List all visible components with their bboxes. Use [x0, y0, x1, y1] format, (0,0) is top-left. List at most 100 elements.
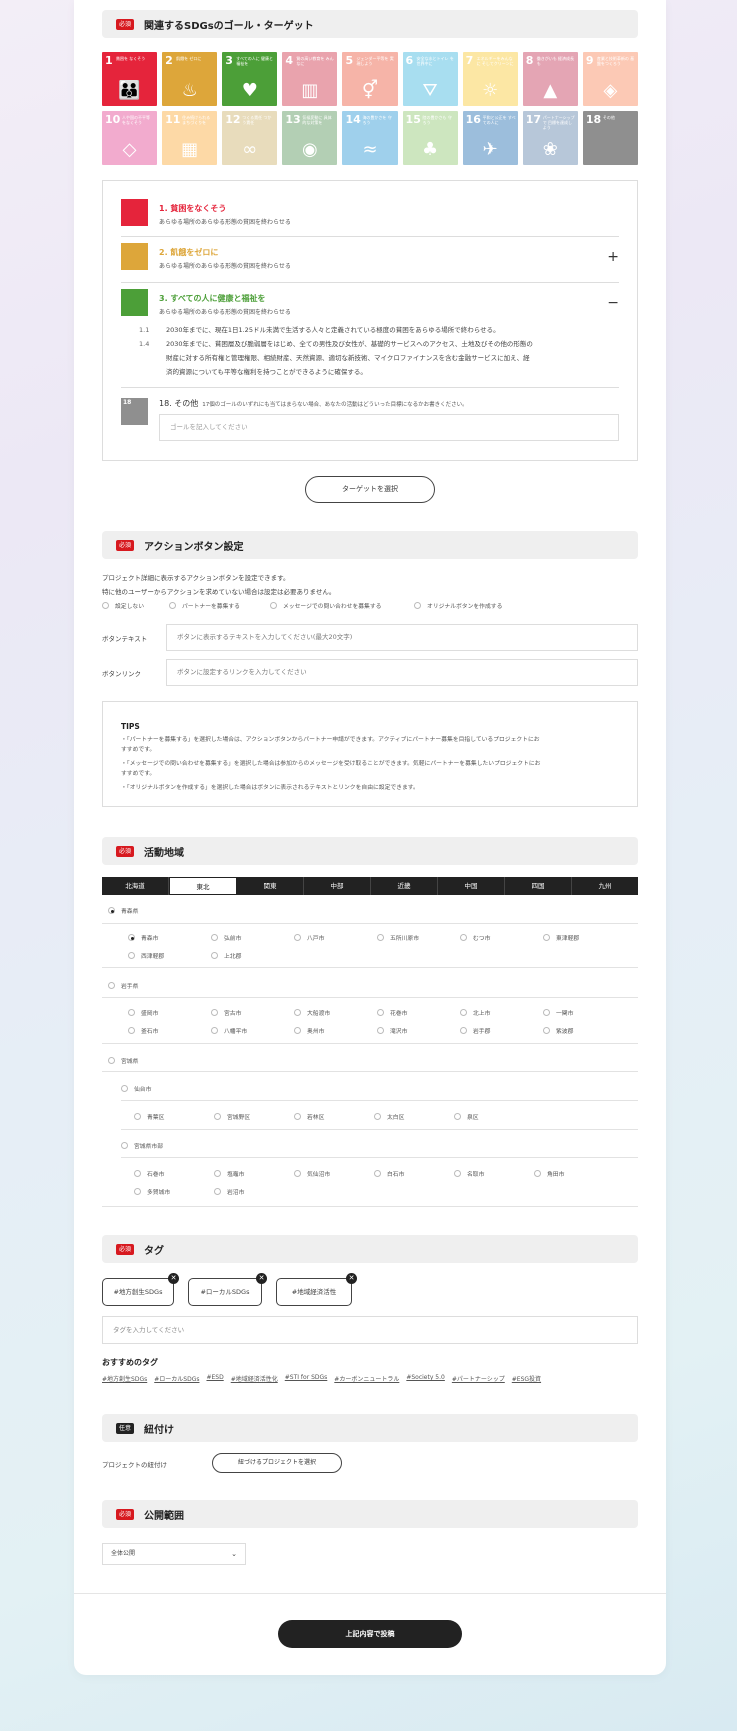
sdg-tile-6[interactable]: 6 安全な水とトイレ を世界中に ⛛: [402, 52, 458, 106]
tag-chip[interactable]: #ローカルSDGs ✕: [188, 1273, 267, 1306]
goal-item-2[interactable]: 2. 飢餓をゼロに あらゆる場所のあらゆる形態の貧困を終わらせる +: [121, 243, 619, 273]
city-option[interactable]: 紫波郡: [543, 1026, 573, 1035]
city-option[interactable]: 釜石市: [128, 1026, 158, 1035]
ward-option[interactable]: 青葉区: [134, 1112, 164, 1121]
city-option[interactable]: 宮古市: [211, 1008, 241, 1017]
city-option[interactable]: 八戸市: [294, 933, 324, 942]
city-option[interactable]: 東津軽郡: [543, 933, 579, 942]
city-option[interactable]: 花巻市: [377, 1008, 407, 1017]
sdg-tile-5[interactable]: 5 ジェンダー平等を 実現しよう ⚥: [342, 52, 398, 106]
city-option[interactable]: 岩沼市: [214, 1187, 244, 1196]
sdg-tile-17[interactable]: 17 パートナーシップで 目標を達成しよう ❀: [522, 111, 578, 165]
other-goal-input[interactable]: ゴールを記入してください: [159, 414, 619, 441]
tag-input[interactable]: タグを入力してください: [102, 1316, 638, 1344]
region-tab-tohoku[interactable]: 東北: [169, 877, 237, 895]
city-option[interactable]: 滝沢市: [377, 1026, 407, 1035]
ward-option[interactable]: 若林区: [294, 1112, 324, 1121]
target-item[interactable]: 1.4 2030年までに、貧困層及び脆弱層をはじめ、全ての男性及び女性が、基礎的…: [121, 337, 619, 379]
city-option[interactable]: 奥州市: [294, 1026, 324, 1035]
ward-option[interactable]: 宮城野区: [214, 1112, 250, 1121]
sdg-tile-16[interactable]: 16 平和と公正を すべての人に ✈: [462, 111, 518, 165]
region-tab-kyushu[interactable]: 九州: [572, 877, 638, 895]
city-option[interactable]: 石巻市: [134, 1169, 164, 1178]
sdg-tile-7[interactable]: 7 エネルギーをみんなに そしてクリーンに ☼: [462, 52, 518, 106]
sdg-tile-10[interactable]: 10 人や国の不平等 をなくそう ◇: [102, 111, 158, 165]
button-link-input[interactable]: ボタンに設定するリンクを入力してください: [166, 659, 638, 686]
sdg-tile-13[interactable]: 13 気候変動に 具体的な対策を ◉: [282, 111, 338, 165]
action-option-message[interactable]: メッセージでの問い合わせを募集する: [270, 601, 381, 610]
city-option[interactable]: 白石市: [374, 1169, 404, 1178]
close-icon[interactable]: ✕: [168, 1273, 179, 1284]
recommended-tag[interactable]: #地方創生SDGs: [102, 1374, 147, 1383]
action-option-partner[interactable]: パートナーを募集する: [169, 601, 240, 610]
city-option[interactable]: 塩竈市: [214, 1169, 244, 1178]
city-option[interactable]: 五所川原市: [377, 933, 419, 942]
goal-item-3[interactable]: 3. すべての人に健康と福祉を あらゆる場所のあらゆる形態の貧困を終わらせる −: [121, 289, 619, 319]
tag-chip[interactable]: #地域経済活性 ✕: [276, 1273, 357, 1306]
sdg-tile-18[interactable]: 18 その他: [582, 111, 638, 165]
close-icon[interactable]: ✕: [346, 1273, 357, 1284]
sdg-tile-15[interactable]: 15 陸の豊かさも 守ろう ♣: [402, 111, 458, 165]
region-tab-hokkaido[interactable]: 北海道: [102, 877, 169, 895]
collapse-icon[interactable]: −: [607, 295, 619, 311]
city-option-miyagi-other[interactable]: 宮城県市部: [121, 1141, 163, 1150]
ward-option[interactable]: 太白区: [374, 1112, 404, 1121]
city-option[interactable]: 角田市: [534, 1169, 564, 1178]
close-icon[interactable]: ✕: [256, 1273, 267, 1284]
city-option[interactable]: 岩手郡: [460, 1026, 490, 1035]
recommended-tag[interactable]: #ESG投資: [512, 1374, 541, 1383]
action-option-original[interactable]: オリジナルボタンを作成する: [414, 601, 502, 610]
region-tab-kinki[interactable]: 近畿: [371, 877, 438, 895]
city-option[interactable]: 八幡平市: [211, 1026, 247, 1035]
sdg-tile-1[interactable]: 1 貧困を なくそう 👪: [102, 52, 158, 106]
goal-item-1[interactable]: 1. 貧困をなくそう あらゆる場所のあらゆる形態の貧困を終わらせる: [121, 199, 619, 229]
tag-chip[interactable]: #地方創生SDGs ✕: [102, 1273, 179, 1306]
target-item[interactable]: 1.1 2030年までに、現在1日1.25ドル未満で生活する人々と定義されている…: [121, 323, 619, 337]
city-option[interactable]: 多賀城市: [134, 1187, 170, 1196]
visibility-select[interactable]: 全体公開 ⌄: [102, 1543, 246, 1565]
city-option[interactable]: 青森市: [128, 933, 158, 942]
prefecture-iwate[interactable]: 岩手県: [108, 981, 138, 990]
option-label: 滝沢市: [390, 1029, 408, 1035]
recommended-tag[interactable]: #ESD: [206, 1374, 223, 1383]
sdg-tile-4[interactable]: 4 質の高い教育を みんなに ▥: [282, 52, 338, 106]
city-option[interactable]: 上北郡: [211, 951, 241, 960]
sdg-tile-11[interactable]: 11 住み続けられる まちづくりを ▦: [162, 111, 218, 165]
recommended-tag[interactable]: #カーボンニュートラル: [334, 1374, 399, 1383]
city-option[interactable]: 盛岡市: [128, 1008, 158, 1017]
city-option[interactable]: 気仙沼市: [294, 1169, 330, 1178]
recommended-tag[interactable]: #ローカルSDGs: [154, 1374, 199, 1383]
sdg-tile-8[interactable]: 8 働きがいも 経済成長も ▲: [522, 52, 578, 106]
sdg-tile-3[interactable]: 3 すべての人に 健康と福祉を ♥: [222, 52, 278, 106]
region-tab-chubu[interactable]: 中部: [304, 877, 371, 895]
option-label: 盛岡市: [141, 1011, 159, 1017]
region-tab-shikoku[interactable]: 四国: [505, 877, 572, 895]
sdg-tile-2[interactable]: 2 飢餓を ゼロに ♨: [162, 52, 218, 106]
sdg-tile-12[interactable]: 12 つくる責任 つかう責任 ∞: [222, 111, 278, 165]
expand-icon[interactable]: +: [607, 249, 619, 265]
city-option[interactable]: むつ市: [460, 933, 490, 942]
city-option[interactable]: 名取市: [454, 1169, 484, 1178]
city-option[interactable]: 北上市: [460, 1008, 490, 1017]
sdg-tile-9[interactable]: 9 産業と技術革新の 基盤をつくろう ◈: [582, 52, 638, 106]
city-option[interactable]: 大船渡市: [294, 1008, 330, 1017]
button-text-input[interactable]: ボタンに表示するテキストを入力してください(最大20文字): [166, 624, 638, 651]
select-project-button[interactable]: 紐づけるプロジェクトを選択: [212, 1453, 342, 1473]
city-option-sendai[interactable]: 仙台市: [121, 1084, 151, 1093]
ward-option[interactable]: 泉区: [454, 1112, 479, 1121]
recommended-tag[interactable]: #STI for SDGs: [285, 1374, 328, 1383]
recommended-tag[interactable]: #地域経済活性化: [231, 1374, 278, 1383]
submit-button[interactable]: 上記内容で投稿: [278, 1620, 462, 1648]
city-option[interactable]: 弘前市: [211, 933, 241, 942]
prefecture-aomori[interactable]: 青森県: [108, 906, 138, 915]
city-option[interactable]: 一関市: [543, 1008, 573, 1017]
region-tab-chugoku[interactable]: 中国: [438, 877, 505, 895]
recommended-tag[interactable]: #Society 5.0: [406, 1374, 445, 1383]
sdg-tile-14[interactable]: 14 海の豊かさを 守ろう ≈: [342, 111, 398, 165]
select-target-button[interactable]: ターゲットを選択: [305, 476, 435, 503]
action-option-none[interactable]: 設定しない: [102, 601, 144, 610]
region-tab-kanto[interactable]: 関東: [237, 877, 304, 895]
prefecture-miyagi[interactable]: 宮城県: [108, 1056, 138, 1065]
recommended-tag[interactable]: #パートナーシップ: [452, 1374, 505, 1383]
city-option[interactable]: 西津軽郡: [128, 951, 164, 960]
